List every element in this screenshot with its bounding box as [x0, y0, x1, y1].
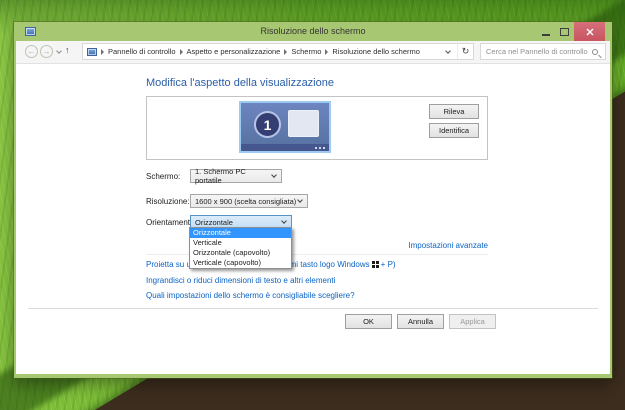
back-button[interactable]: ←	[25, 45, 38, 58]
search-icon[interactable]	[592, 48, 598, 55]
address-toolbar: ← → ↑ Pannello di controllo Aspetto e pe…	[16, 41, 610, 64]
orientation-option-landscape[interactable]: Orizzontale	[190, 228, 291, 238]
breadcrumb-item-display[interactable]: Schermo	[291, 47, 321, 56]
orientation-option-portrait[interactable]: Verticale	[190, 238, 291, 248]
control-panel-icon	[87, 47, 97, 56]
breadcrumb-separator-icon	[325, 48, 329, 55]
resolution-grid-icon	[288, 110, 319, 137]
resolution-select-value: 1600 x 900 (scelta consigliata)	[195, 196, 297, 206]
close-button[interactable]	[574, 22, 605, 41]
close-icon	[586, 28, 593, 35]
which-settings-link[interactable]: Quali impostazioni dello schermo è consi…	[146, 291, 355, 300]
recent-pages-icon[interactable]	[56, 48, 62, 54]
monitor-dots-icon	[323, 147, 325, 149]
minimize-button[interactable]	[538, 22, 554, 41]
resize-text-link[interactable]: Ingrandisci o riduci dimensioni di testo…	[146, 276, 335, 285]
forward-button[interactable]: →	[40, 45, 53, 58]
orientation-option-portrait-flipped[interactable]: Verticale (capovolto)	[190, 258, 291, 268]
ok-button[interactable]: OK	[345, 314, 392, 329]
breadcrumb-item-appearance[interactable]: Aspetto e personalizzazione	[187, 47, 281, 56]
content-area: Modifica l'aspetto della visualizzazione…	[16, 64, 610, 374]
monitor-preview[interactable]: 1	[239, 101, 331, 153]
window-title: Risoluzione dello schermo	[260, 26, 366, 36]
maximize-icon	[559, 27, 569, 36]
breadcrumb[interactable]: Pannello di controllo Aspetto e personal…	[82, 43, 474, 60]
resolution-select[interactable]: 1600 x 900 (scelta consigliata)	[190, 194, 308, 208]
forward-icon: →	[42, 47, 51, 56]
back-icon: ←	[27, 47, 36, 56]
footer-divider	[28, 308, 598, 309]
maximize-button[interactable]	[556, 22, 572, 41]
titlebar[interactable]: Risoluzione dello schermo	[14, 22, 612, 41]
search-box	[480, 43, 606, 60]
screen-select[interactable]: 1. Schermo PC portatile	[190, 167, 282, 185]
detect-button[interactable]: Rileva	[429, 104, 479, 119]
orientation-option-landscape-flipped[interactable]: Orizzontale (capovolto)	[190, 248, 291, 258]
screen-label: Schermo:	[146, 172, 181, 181]
chevron-down-icon	[281, 218, 287, 224]
breadcrumb-separator-icon	[284, 48, 288, 55]
breadcrumb-item-control-panel[interactable]: Pannello di controllo	[108, 47, 176, 56]
resolution-label: Risoluzione:	[146, 197, 190, 206]
cancel-button[interactable]: Annulla	[397, 314, 444, 329]
breadcrumb-separator-icon	[101, 48, 104, 55]
project-link-shortcut: + P)	[380, 260, 396, 269]
up-icon: ↑	[65, 45, 70, 55]
refresh-icon: ↻	[461, 46, 470, 56]
screen-select-value: 1. Schermo PC portatile	[195, 167, 246, 185]
chevron-down-icon	[271, 172, 277, 178]
orientation-dropdown: Orizzontale Verticale Orizzontale (capov…	[189, 227, 292, 269]
windows-logo-icon	[371, 261, 379, 268]
apply-button[interactable]: Applica	[449, 314, 496, 329]
identify-button[interactable]: Identifica	[429, 123, 479, 138]
minimize-icon	[542, 34, 550, 36]
search-input[interactable]	[481, 47, 592, 56]
address-dropdown-icon[interactable]	[445, 47, 451, 54]
display-preview-panel: 1 Rileva Identifica	[146, 96, 488, 160]
breadcrumb-separator-icon	[179, 48, 183, 55]
refresh-button[interactable]: ↻	[457, 44, 473, 59]
desktop-wallpaper: Risoluzione dello schermo ← → ↑ Pannello…	[0, 0, 625, 410]
chevron-down-icon	[297, 197, 303, 203]
page-title: Modifica l'aspetto della visualizzazione	[146, 77, 334, 89]
up-button[interactable]: ↑	[65, 45, 70, 55]
orientation-select-value: Orizzontale	[195, 217, 233, 227]
screen-resolution-window: Risoluzione dello schermo ← → ↑ Pannello…	[14, 22, 612, 378]
breadcrumb-item-resolution[interactable]: Risoluzione dello schermo	[332, 47, 420, 56]
monitor-number-badge: 1	[254, 111, 281, 138]
monitor-bottom-bar	[241, 144, 329, 151]
